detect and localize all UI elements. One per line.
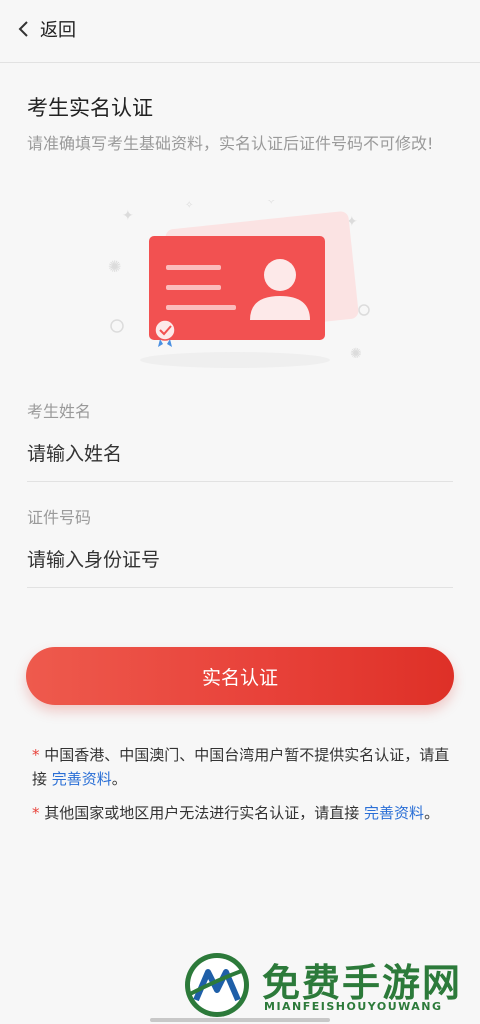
svg-text:✧: ✧ [185, 200, 193, 211]
svg-text:✺: ✺ [108, 257, 121, 276]
back-label: 返回 [40, 20, 76, 41]
note-text: 其他国家或地区用户无法进行实名认证，请直接 [39, 804, 365, 822]
watermark-en: MIANFEISHOUYOUWANG [264, 1000, 443, 1013]
home-indicator [150, 1018, 330, 1022]
badge-icon [154, 319, 176, 347]
id-number-input[interactable] [27, 540, 453, 580]
note-star: * [32, 746, 40, 764]
verify-button[interactable]: 实名认证 [26, 647, 454, 705]
watermark-logo [185, 953, 249, 1017]
watermark-cn: 免费手游网 [262, 960, 463, 1005]
id-divider [27, 587, 453, 588]
id-card-illustration: ✦ ✧ ✧ ✦ ✺ ✺ [108, 200, 370, 368]
svg-text:✧: ✧ [267, 200, 275, 207]
note-star: * [32, 804, 40, 822]
note-other-regions: * 其他国家或地区用户无法进行实名认证，请直接 完善资料。 [32, 801, 452, 825]
back-button[interactable]: 返回 [16, 14, 76, 44]
note-suffix: 。 [424, 804, 440, 822]
nav-bar: 返回 [0, 0, 480, 63]
chevron-left-icon [18, 21, 28, 37]
name-input[interactable] [27, 434, 453, 474]
complete-profile-link[interactable]: 完善资料 [52, 770, 112, 788]
complete-profile-link[interactable]: 完善资料 [364, 804, 424, 822]
name-divider [27, 481, 453, 482]
page-title: 考生实名认证 [27, 96, 153, 120]
watermark: 免费手游网 MIANFEISHOUYOUWANG [182, 950, 474, 1024]
svg-text:✦: ✦ [122, 208, 134, 224]
note-suffix: 。 [111, 770, 127, 788]
id-label: 证件号码 [27, 508, 92, 527]
name-label: 考生姓名 [27, 402, 92, 421]
page-subtitle: 请准确填写考生基础资料，实名认证后证件号码不可修改! [27, 134, 434, 153]
svg-text:✺: ✺ [350, 346, 362, 362]
note-hk-mo-tw: * 中国香港、中国澳门、中国台湾用户暂不提供实名认证，请直接 完善资料。 [32, 743, 452, 791]
